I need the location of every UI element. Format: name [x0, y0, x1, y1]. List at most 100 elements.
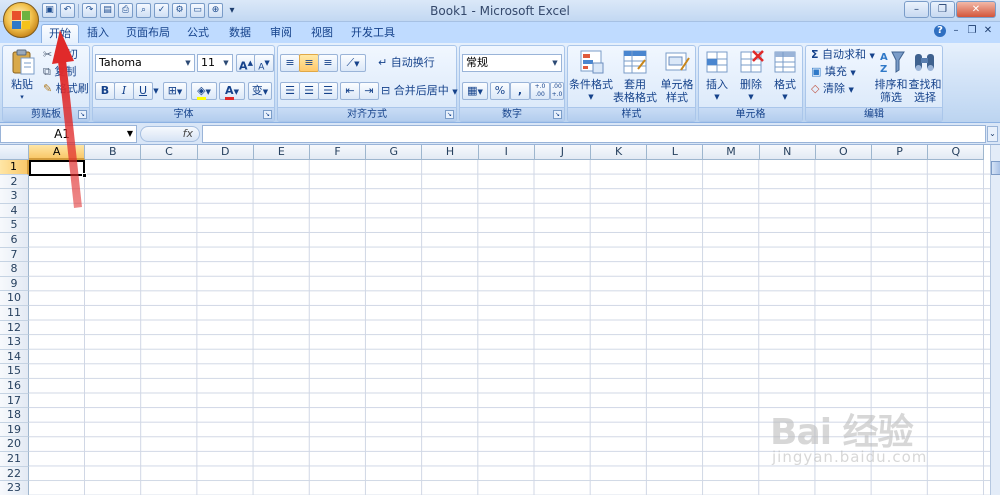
name-box[interactable]: A1 ▼	[0, 125, 137, 143]
row-header-6[interactable]: 6	[0, 233, 29, 248]
italic-button[interactable]: I	[114, 82, 134, 100]
active-cell[interactable]	[29, 160, 87, 178]
currency-button[interactable]: ▦▼	[462, 82, 488, 100]
tab-home[interactable]: 开始	[41, 24, 79, 43]
orientation-icon[interactable]: ⟋▼	[340, 54, 366, 72]
vertical-scrollbar[interactable]	[990, 145, 1000, 495]
delete-cells-icon[interactable]	[737, 48, 765, 76]
format-cells-icon[interactable]	[771, 48, 799, 76]
format-as-table-label-1[interactable]: 套用	[616, 78, 654, 91]
tab-insert[interactable]: 插入	[82, 24, 114, 43]
column-header-j[interactable]: J	[534, 145, 591, 160]
align-right-icon[interactable]: ☰	[318, 82, 338, 100]
row-header-11[interactable]: 11	[0, 306, 29, 321]
minimize-button[interactable]: –	[904, 1, 929, 18]
format-as-table-icon[interactable]	[621, 48, 649, 76]
column-header-c[interactable]: C	[141, 145, 198, 160]
column-header-f[interactable]: F	[310, 145, 367, 160]
column-header-o[interactable]: O	[815, 145, 872, 160]
underline-button[interactable]: U	[133, 82, 153, 100]
conditional-format-icon[interactable]	[578, 48, 606, 76]
format-cells-label[interactable]: 格式	[769, 78, 801, 91]
paste-icon[interactable]	[9, 48, 37, 76]
cell-styles-label-1[interactable]: 单元格	[658, 78, 696, 91]
column-header-p[interactable]: P	[872, 145, 929, 160]
chevron-down-icon[interactable]: ▼	[710, 91, 724, 104]
align-center-icon[interactable]: ☰	[299, 82, 319, 100]
column-header-b[interactable]: B	[85, 145, 142, 160]
row-header-1[interactable]: 1	[0, 160, 29, 175]
row-header-22[interactable]: 22	[0, 466, 29, 482]
column-header-m[interactable]: M	[703, 145, 760, 160]
row-header-18[interactable]: 18	[0, 408, 29, 423]
column-header-q[interactable]: Q	[928, 145, 985, 160]
column-header-i[interactable]: I	[478, 145, 535, 160]
column-header-g[interactable]: G	[366, 145, 423, 160]
cell-styles-icon[interactable]	[663, 48, 691, 76]
alignment-launcher-icon[interactable]: ↘	[445, 110, 454, 119]
column-header-n[interactable]: N	[759, 145, 816, 160]
copy-button[interactable]: ⧉ 复制	[43, 65, 76, 79]
row-header-8[interactable]: 8	[0, 262, 29, 277]
row-header-2[interactable]: 2	[0, 174, 29, 190]
row-header-7[interactable]: 7	[0, 247, 29, 263]
align-middle-icon[interactable]: ≡	[299, 54, 319, 72]
sort-filter-label-1[interactable]: 排序和	[872, 78, 910, 91]
chevron-down-icon[interactable]: ▼	[778, 91, 792, 104]
tab-review[interactable]: 审阅	[264, 24, 298, 43]
minimize-icon[interactable]: –	[950, 25, 962, 37]
fill-color-button[interactable]: ◈▼	[191, 82, 217, 100]
clipboard-launcher-icon[interactable]: ↘	[78, 110, 87, 119]
sort-filter-icon[interactable]: A Z	[878, 48, 906, 76]
phonetic-button[interactable]: 变▼	[248, 82, 272, 100]
formula-input[interactable]	[202, 125, 986, 143]
chevron-down-icon[interactable]: ▼	[744, 91, 758, 104]
row-header-10[interactable]: 10	[0, 291, 29, 306]
number-launcher-icon[interactable]: ↘	[553, 110, 562, 119]
row-header-14[interactable]: 14	[0, 349, 29, 365]
fill-handle[interactable]	[82, 173, 87, 178]
row-header-3[interactable]: 3	[0, 189, 29, 204]
chevron-down-icon[interactable]: ▼	[584, 91, 598, 104]
restore-icon[interactable]: ❐	[966, 25, 978, 37]
bold-button[interactable]: B	[95, 82, 115, 100]
column-header-h[interactable]: H	[422, 145, 479, 160]
help-icon[interactable]: ?	[934, 25, 946, 37]
tab-page-layout[interactable]: 页面布局	[122, 24, 174, 43]
insert-cells-icon[interactable]	[703, 48, 731, 76]
row-header-17[interactable]: 17	[0, 393, 29, 409]
close-icon[interactable]: ✕	[982, 25, 994, 37]
sort-filter-label-2[interactable]: 筛选	[872, 91, 910, 104]
font-launcher-icon[interactable]: ↘	[263, 110, 272, 119]
row-header-23[interactable]: 23	[0, 481, 29, 495]
row-header-4[interactable]: 4	[0, 203, 29, 219]
row-header-12[interactable]: 12	[0, 320, 29, 336]
autosum-button[interactable]: Σ 自动求和 ▼	[811, 48, 875, 63]
row-header-5[interactable]: 5	[0, 218, 29, 233]
row-header-20[interactable]: 20	[0, 437, 29, 452]
increase-indent-icon[interactable]: ⇥	[359, 82, 379, 100]
merge-center-button[interactable]: ⊟ 合并后居中 ▼	[381, 84, 458, 99]
column-header-k[interactable]: K	[591, 145, 648, 160]
row-header-16[interactable]: 16	[0, 379, 29, 394]
cut-button[interactable]: ✂ 剪切	[43, 48, 78, 62]
close-button[interactable]: ✕	[956, 1, 996, 18]
decrease-indent-icon[interactable]: ⇤	[340, 82, 360, 100]
wrap-text-button[interactable]: ↵ 自动换行	[378, 56, 435, 70]
percent-button[interactable]: %	[490, 82, 510, 100]
underline-dropdown-icon[interactable]: ▼	[151, 82, 161, 100]
find-select-label-1[interactable]: 查找和	[906, 78, 944, 91]
row-header-15[interactable]: 15	[0, 364, 29, 379]
comma-button[interactable]: ,	[510, 82, 530, 100]
format-as-table-label-2[interactable]: 表格格式	[612, 91, 658, 104]
restore-button[interactable]: ❐	[930, 1, 955, 18]
tab-formulas[interactable]: 公式	[181, 24, 215, 43]
row-header-9[interactable]: 9	[0, 276, 29, 292]
column-header-d[interactable]: D	[197, 145, 254, 160]
column-header-l[interactable]: L	[647, 145, 704, 160]
cell-styles-label-2[interactable]: 样式	[658, 91, 696, 104]
tab-view[interactable]: 视图	[305, 24, 339, 43]
column-header-e[interactable]: E	[253, 145, 310, 160]
font-name-select[interactable]: Tahoma ▼	[95, 54, 195, 72]
align-left-icon[interactable]: ☰	[280, 82, 300, 100]
